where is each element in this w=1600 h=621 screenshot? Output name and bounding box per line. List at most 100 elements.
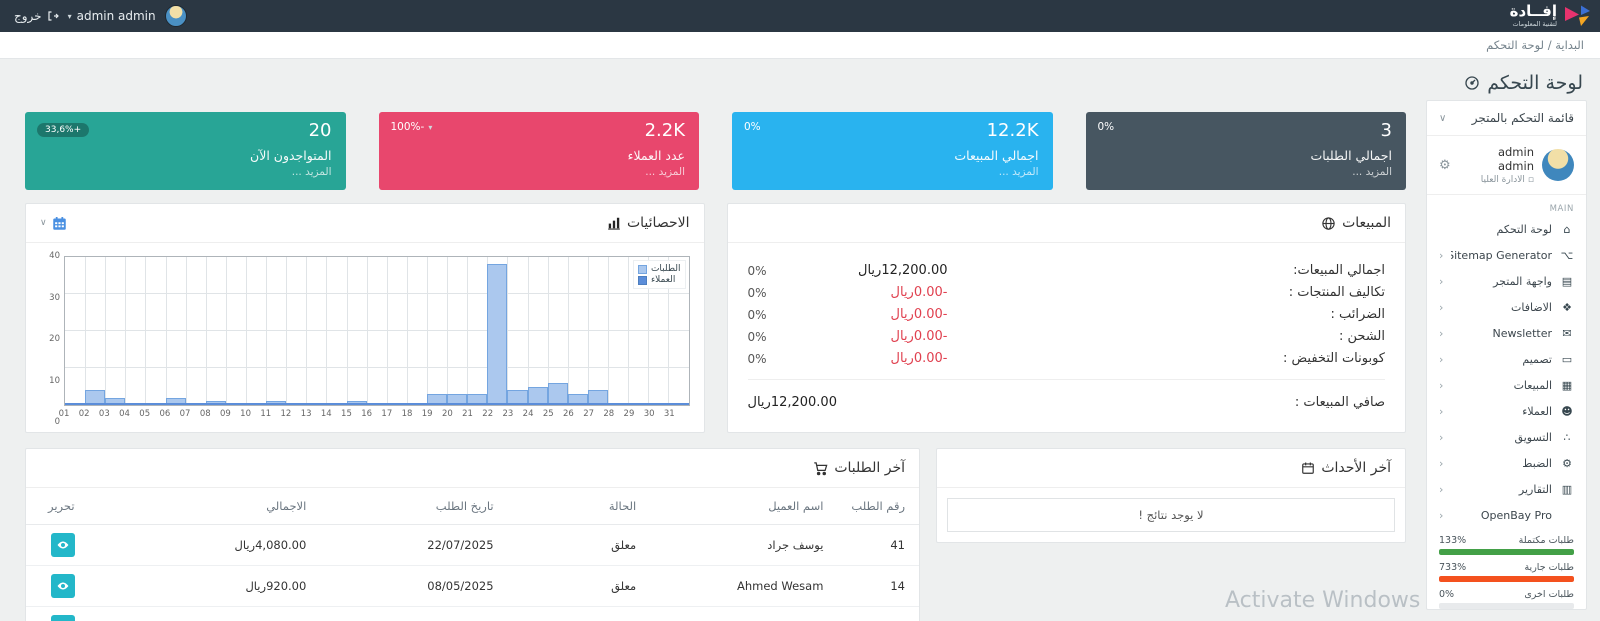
legend-swatch	[637, 264, 647, 274]
breadcrumb-bar: البداية / لوحة التحكم	[0, 32, 1600, 59]
x-axis-tick-label: 08	[199, 409, 211, 419]
cell-total: 4,080.00ريال	[88, 524, 321, 566]
kpi-card-customers[interactable]: 100%- ▾ 2.2K عدد العملاء المزيد ...	[378, 112, 699, 190]
view-order-button[interactable]	[50, 533, 75, 557]
user-menu[interactable]: ▾ admin admin	[68, 9, 156, 23]
sidebar-item-1[interactable]: ⌥ Webkul Sitemap Generator ‹	[1427, 242, 1586, 268]
sidebar-item-label: واجهة المتجر	[1493, 274, 1552, 288]
x-axis-tick-label: 27	[583, 409, 595, 419]
sidebar-item-8[interactable]: ∴ التسويق ‹	[1427, 424, 1586, 450]
gear-icon[interactable]: ⚙	[1439, 158, 1451, 173]
latest-events-panel: آخر الأحداث لا يوجد نتائج !	[936, 448, 1406, 543]
sidebar-item-5[interactable]: ▭ تصميم ‹	[1427, 346, 1586, 372]
settings-icon: ⚙	[1562, 456, 1572, 470]
grid-line-vertical	[628, 257, 630, 405]
kpi-value: 2.2K	[644, 120, 685, 141]
logout-label: خروج	[14, 9, 42, 23]
column-header: رقم الطلب	[837, 488, 919, 525]
sidebar-user-role: ▫ الادارة العليا	[1459, 175, 1534, 185]
sidebar-item-label: المبيعات	[1513, 378, 1552, 392]
grid-line-vertical	[527, 257, 529, 405]
grid-line-vertical	[246, 257, 248, 405]
kpi-card-total-orders[interactable]: 0% 3 اجمالي الطلبات المزيد ...	[1085, 112, 1406, 190]
sidebar-item-label: الضبط	[1522, 456, 1552, 470]
sidebar-item-4[interactable]: ✉ Newsletter ‹	[1427, 320, 1586, 346]
column-header: الاجمالي	[88, 488, 321, 525]
grid-line-vertical	[567, 257, 569, 405]
cell-order-id: 41	[837, 524, 919, 566]
chevron-left-icon: ‹	[1439, 326, 1444, 340]
breadcrumb[interactable]: البداية / لوحة التحكم	[1486, 38, 1584, 52]
kpi-more-link[interactable]: المزيد ...	[39, 166, 332, 178]
sidebar-item-11[interactable]: OpenBay Pro ‹	[1427, 502, 1586, 528]
chevron-left-icon: ‹	[1439, 274, 1444, 288]
cell-customer: Ahmed Wesam	[650, 565, 838, 607]
sidebar-item-6[interactable]: ▦ المبيعات ‹	[1427, 372, 1586, 398]
brand-subtitle: لتقنية المعلومات	[1512, 20, 1557, 29]
grid-line-vertical	[205, 257, 207, 405]
grid-line-vertical	[608, 257, 610, 405]
sidebar-header[interactable]: قائمة التحكم بالمتجر ∨	[1427, 101, 1586, 136]
y-axis-tick-label: 40	[49, 251, 60, 261]
bar-chart-icon	[608, 217, 620, 230]
cell-total: 7,200.00ريال	[88, 606, 321, 621]
kpi-card-total-sales[interactable]: 0% 12.2K اجمالي المبيعات المزيد ...	[732, 112, 1053, 190]
kpi-badge: 0%	[744, 121, 761, 133]
x-axis-tick-label: 12	[280, 409, 292, 419]
statistics-panel-header: الاحصائيات ∨	[26, 204, 704, 243]
grid-line-vertical	[366, 257, 368, 405]
logout-icon	[47, 11, 59, 21]
logout-button[interactable]: خروج	[14, 9, 59, 23]
chevron-left-icon: ‹	[1439, 456, 1444, 470]
chevron-left-icon: ‹	[1439, 404, 1444, 418]
sidebar-item-label: الاضافات	[1511, 300, 1552, 314]
sidebar-item-9[interactable]: ⚙ الضبط ‹	[1427, 450, 1586, 476]
grid-line-vertical	[185, 257, 187, 405]
chart-zero-line	[65, 403, 689, 405]
sales-row: كوبونات التخفيض : -0.00ريال 0%	[748, 351, 1386, 366]
kpi-more-link[interactable]: المزيد ...	[746, 166, 1039, 178]
date-range-picker[interactable]: ∨	[40, 216, 67, 231]
view-order-button[interactable]	[50, 574, 75, 598]
sales-row-percent: 0%	[747, 285, 767, 300]
progress-label-row: طلبات جارية 733%	[1427, 555, 1586, 576]
x-axis-tick-label: 21	[462, 409, 473, 419]
cell-edit	[26, 565, 89, 607]
sidebar-item-3[interactable]: ❖ الاضافات ‹	[1427, 294, 1586, 320]
cell-order-id: 1	[837, 606, 919, 621]
chevron-down-icon: ∨	[1439, 112, 1447, 124]
sidebar-item-0[interactable]: ⌂ لوحة التحكم	[1427, 216, 1586, 242]
cell-date: 19/02/2023	[320, 606, 508, 621]
calendar-icon	[1302, 462, 1315, 474]
sidebar-user-info: admin admin ▫ الادارة العليا	[1459, 145, 1534, 185]
user-avatar[interactable]	[164, 5, 187, 27]
view-order-button[interactable]	[50, 615, 75, 621]
topbar-user-area: خروج ▾ admin admin	[14, 5, 187, 27]
progress-value: 133%	[1439, 535, 1467, 546]
chevron-left-icon: ‹	[1439, 352, 1444, 366]
grid-line-horizontal	[65, 330, 689, 331]
x-axis-tick-label: 17	[381, 409, 393, 419]
x-axis-tick-label: 24	[522, 409, 534, 419]
x-axis-tick-label: 06	[159, 409, 171, 419]
avatar[interactable]	[1542, 149, 1574, 181]
sales-panel-header: المبيعات	[727, 204, 1405, 243]
sales-row-percent: 0%	[747, 351, 767, 366]
cell-status: معلق	[507, 606, 651, 621]
x-axis-tick-label: 23	[502, 409, 514, 419]
statistics-panel-title: الاحصائيات	[626, 215, 690, 231]
kpi-more-link[interactable]: المزيد ...	[393, 166, 685, 178]
brand-logo[interactable]: إفــادة لتقنية المعلومات	[1510, 4, 1590, 28]
x-axis-tick-label: 15	[341, 409, 352, 419]
kpi-card-online-now[interactable]: 33,6%+ 20 المتواجدون الآن المزيد ...	[25, 112, 346, 190]
sidebar-item-7[interactable]: ☻ العملاء ‹	[1427, 398, 1586, 424]
sidebar-item-label: تصميم	[1522, 352, 1552, 366]
chevron-left-icon: ‹	[1439, 430, 1444, 444]
sidebar-item-2[interactable]: ▤ واجهة المتجر ‹	[1427, 268, 1586, 294]
sidebar-item-10[interactable]: ▥ التقارير ‹	[1427, 476, 1586, 502]
statistics-panel: الاحصائيات ∨ الطلبات العملاء 01 02 03 04…	[25, 203, 705, 433]
x-axis-tick-label: 30	[643, 409, 655, 419]
sales-row-label: الضرائب :	[1330, 307, 1385, 322]
kpi-more-link[interactable]: المزيد ...	[1100, 166, 1392, 178]
kpi-title: اجمالي الطلبات	[1310, 147, 1392, 163]
